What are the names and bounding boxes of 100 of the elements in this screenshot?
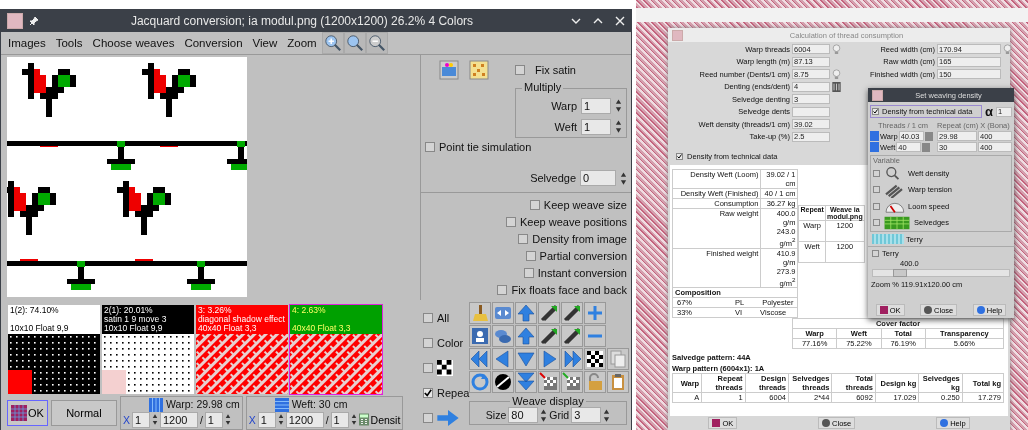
spinner-arrows-icon[interactable] [615,98,622,114]
mode-button[interactable]: Normal [50,399,117,426]
zoom-button[interactable] [343,32,366,54]
weave-grid-icon [11,404,27,421]
tool-button[interactable] [561,302,583,324]
number-field[interactable]: 1 [581,97,611,114]
calculator-icon [358,413,369,426]
menu-item[interactable]: Conversion [179,37,248,49]
weave-title: 1(2): 74.10% [10,306,60,315]
app-icon [672,29,683,41]
ok-button[interactable]: OK [7,399,48,426]
checkbox[interactable] [873,186,880,194]
zoom-out-icon [367,34,386,52]
lightbulb-icon[interactable] [832,44,841,55]
minimize-icon[interactable] [571,16,581,26]
checkbox-label: Instant conversion [537,266,627,279]
folder-icon[interactable] [439,59,459,80]
separator: / [199,413,203,426]
number-field[interactable]: 0 [580,170,616,187]
slider[interactable] [872,269,1010,277]
checkbox[interactable] [423,313,433,324]
checkbox[interactable] [423,338,433,349]
field-label: Size [485,409,507,421]
checkbox[interactable] [425,141,435,152]
loom-icon[interactable] [832,81,841,92]
axis-label: X [248,413,256,426]
spinner-arrows-icon[interactable] [615,119,622,135]
checkbox-label: Partial conversion [539,249,627,262]
lightbulb-icon[interactable] [1003,44,1012,55]
stairs-icon [539,303,559,323]
checkbox[interactable] [676,152,683,160]
menu-item[interactable]: Tools [50,37,88,49]
field-label: Weft [554,120,577,133]
tool-button[interactable] [538,325,560,347]
number-field[interactable]: 1 [131,411,150,428]
checkbox[interactable] [506,217,516,228]
spinner-arrows-icon[interactable] [540,407,548,423]
tool-button[interactable] [561,325,583,347]
up-arrow-icon [516,326,536,346]
weave-grid-icon [712,419,721,427]
weave-card[interactable]: 3: 3.26% diagonal shadow effect 40x40 Float 3,3 [195,304,289,395]
checkbox[interactable] [423,412,433,423]
number-field[interactable]: 1200 [285,411,324,428]
warp-threads-icon [870,131,879,141]
double-down-arrow-icon [516,372,536,392]
checkbox[interactable] [873,202,880,210]
checker-icon [585,349,605,369]
tool-button[interactable] [492,371,514,393]
weave-card[interactable]: 2(1): 20.01% satin 1 9 move 3 10x10 Float 9,9 [101,304,195,395]
tool-button[interactable] [538,302,560,324]
zoom-reset-icon [345,34,364,52]
tool-button[interactable] [584,348,606,370]
zoom-button[interactable] [365,32,388,54]
zoom-button[interactable] [321,32,344,54]
checkbox[interactable] [423,363,433,373]
checkbox[interactable] [873,169,880,177]
checkbox[interactable] [515,64,525,75]
menu-item[interactable]: Zoom [282,37,322,49]
lightbulb-icon[interactable] [832,69,841,80]
spinner-arrows-icon[interactable] [151,413,158,426]
checkbox[interactable] [529,200,540,211]
pattern-icon[interactable] [469,59,489,80]
group-title: Weave display [510,395,586,407]
close-icon[interactable] [615,16,625,26]
spinner-arrows-icon[interactable] [620,170,627,186]
density-button[interactable]: Densit [358,413,401,426]
input-field[interactable] [792,106,830,117]
weft-threads-icon [870,142,879,152]
spinner-arrows-icon[interactable] [224,413,231,426]
weave-size: 10x10 Float 9,9 [104,324,164,333]
checkbox[interactable] [497,284,508,295]
checkbox[interactable] [525,250,536,261]
close-icon [924,306,933,314]
number-field[interactable]: 3 [571,407,602,423]
checkbox[interactable] [518,234,529,245]
menu-item[interactable]: Choose weaves [87,37,180,49]
spinner-arrows-icon[interactable] [350,413,357,426]
menu-item[interactable]: View [247,37,283,49]
number-field[interactable]: 1 [581,118,611,135]
pin-icon[interactable] [29,16,39,26]
up-arrow-icon [516,303,536,323]
weave-size: 40x40 Float 3,3 [292,324,352,333]
menu-item[interactable]: Images [3,37,51,49]
spinner-arrows-icon[interactable] [277,413,284,426]
number-field[interactable]: 1 [330,411,349,428]
number-field[interactable]: 1 [257,411,276,428]
number-field[interactable]: 1 [204,411,223,428]
axis-label: X [122,413,130,426]
weave-card[interactable]: 1(2): 74.10% 10x10 Float 9,9 [7,304,101,395]
checkbox[interactable] [523,267,534,278]
number-field[interactable]: 1200 [159,411,198,428]
checkbox-label: Color [437,337,464,350]
checkbox[interactable] [872,249,879,257]
number-field[interactable]: 80 [508,407,539,423]
slider-thumb[interactable] [893,269,908,277]
checkbox[interactable] [872,108,879,115]
spinner-arrows-icon[interactable] [603,407,611,423]
checkbox[interactable] [873,219,880,227]
checkbox[interactable] [423,387,433,398]
maximize-icon[interactable] [593,16,603,26]
